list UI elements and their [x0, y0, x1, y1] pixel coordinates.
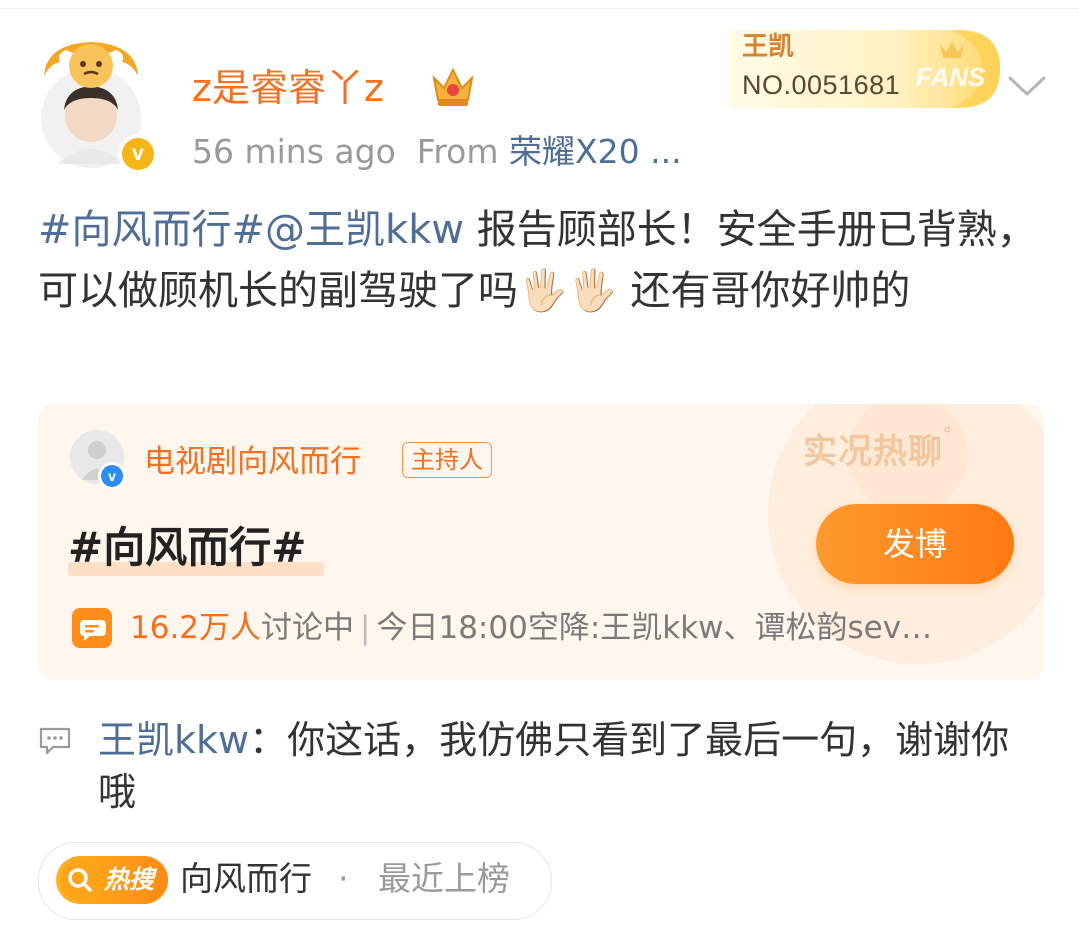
post-author[interactable]: z是睿睿丫z	[192, 64, 384, 112]
comment-author[interactable]: 王凯kkw	[98, 718, 249, 762]
hot-search-status: 最近上榜	[378, 859, 510, 898]
comment-colon: ：	[249, 718, 288, 762]
stats-separator: |	[360, 610, 371, 646]
live-chat-label: 实况热聊°	[803, 424, 953, 472]
chat-bubble-icon	[72, 608, 112, 648]
topic-stats: 16.2万人讨论中 | 今日18:00空降:王凯kkw、谭松韵sev…	[130, 606, 1034, 650]
topic-title[interactable]: #向风而行#	[68, 520, 306, 576]
fans-badge-number: NO.0051681	[742, 70, 901, 100]
post-button[interactable]: 发博	[816, 504, 1014, 584]
post-tail: 还有哥你好帅的	[617, 268, 911, 314]
from-label: From	[416, 132, 499, 171]
post-device[interactable]: 荣耀X20 ...	[509, 132, 682, 171]
announcement: 今日18:00空降:王凯kkw、谭松韵sev…	[376, 610, 933, 646]
wave-emoji: 🖐🏻🖐🏻	[518, 268, 618, 314]
search-icon	[60, 860, 100, 900]
host-name[interactable]: 电视剧向风而行	[144, 440, 361, 484]
post-text: #向风而行#@王凯kkw 报告顾部长！安全手册已背熟，可以做顾机长的副驾驶了吗🖐…	[38, 200, 1048, 322]
hot-search-topic: 向风而行	[180, 859, 312, 898]
post-meta: 56 mins ago From 荣耀X20 ...	[192, 130, 682, 174]
verified-badge-icon: v	[118, 134, 158, 174]
hot-search-badge-label: 热搜	[104, 865, 155, 894]
discussion-count: 16.2万人	[130, 610, 262, 646]
post-time: 56 mins ago	[192, 132, 396, 171]
host-verified-icon: v	[98, 462, 126, 490]
chevron-down-icon[interactable]	[1004, 70, 1050, 100]
hot-search-dot: ·	[338, 859, 349, 898]
host-role-badge: 主持人	[402, 442, 492, 478]
post-topic-link[interactable]: #向风而行#@王凯kkw	[38, 207, 464, 253]
discussing-label: 讨论中	[261, 610, 355, 646]
fans-badge-name: 王凯	[742, 32, 795, 62]
crown-icon	[432, 67, 474, 106]
comment-icon	[39, 727, 71, 755]
top-divider	[0, 8, 1079, 9]
top-comment[interactable]: 王凯kkw：你这话，我仿佛只看到了最后一句，谢谢你哦	[98, 714, 1038, 818]
fans-badge-label: FANS	[916, 62, 986, 92]
